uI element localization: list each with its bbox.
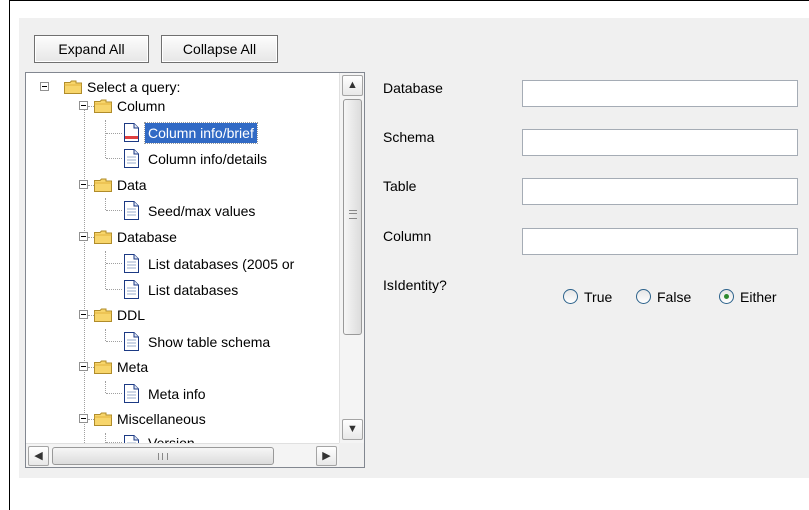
tree-connector: [106, 341, 122, 342]
tree-item-label: Seed/max values: [148, 203, 256, 219]
tree-item-label: Data: [117, 177, 147, 193]
vertical-scrollbar[interactable]: ▲ ▼: [339, 73, 364, 443]
tree-item-label: Database: [117, 229, 177, 245]
tree-item-label: Meta: [117, 359, 149, 375]
folder-icon: [64, 80, 82, 94]
database-label: Database: [383, 80, 443, 96]
tree-connector: [105, 198, 106, 210]
document-icon: [124, 123, 139, 142]
tree-connector: [106, 263, 122, 264]
radio-false-label: False: [657, 289, 692, 305]
collapse-toggle-icon[interactable]: [40, 82, 49, 91]
expand-all-label: Expand All: [58, 41, 125, 57]
tree-item-label: Show table schema: [148, 334, 271, 350]
folder-icon: [94, 360, 112, 374]
collapse-toggle-icon[interactable]: [79, 232, 88, 241]
document-icon: [124, 332, 139, 351]
schema-label: Schema: [383, 129, 435, 145]
grip-icon: [349, 210, 357, 219]
folder-icon: [94, 412, 112, 426]
document-icon: [124, 280, 139, 299]
folder-icon: [94, 308, 112, 322]
scroll-corner: [339, 443, 364, 467]
document-icon: [124, 201, 139, 220]
tree-root-label: Select a query:: [87, 79, 181, 95]
tree-item-label: Miscellaneous: [117, 411, 206, 427]
scroll-up-icon[interactable]: ▲: [342, 75, 363, 96]
collapse-toggle-icon[interactable]: [79, 310, 88, 319]
collapse-all-button[interactable]: Collapse All: [161, 35, 278, 63]
tree-connector: [106, 158, 122, 159]
column-field[interactable]: [522, 228, 798, 255]
document-icon: [124, 384, 139, 403]
isidentity-label: IsIdentity?: [383, 277, 447, 293]
horizontal-scroll-thumb[interactable]: [52, 447, 274, 465]
tree-connector: [106, 393, 122, 394]
grip-icon: [349, 213, 357, 214]
scroll-left-icon[interactable]: ◀: [28, 446, 49, 466]
folder-icon: [94, 99, 112, 113]
tree-connector: [106, 210, 122, 211]
tree-item-label: Column info/brief: [144, 122, 258, 144]
vertical-scroll-thumb[interactable]: [343, 99, 362, 335]
tree-item-label: List databases: [148, 282, 239, 298]
radio-circle-icon[interactable]: [563, 289, 578, 304]
folder-icon: [94, 230, 112, 244]
database-field[interactable]: [522, 80, 798, 107]
collapse-toggle-icon[interactable]: [79, 414, 88, 423]
radio-circle-icon[interactable]: [719, 289, 734, 304]
tree-item-label: DDL: [117, 307, 146, 323]
radio-either-label: Either: [740, 289, 777, 305]
tree-item-label: List databases (2005 or: [148, 256, 295, 272]
tree-connector: [84, 101, 85, 443]
collapse-toggle-icon[interactable]: [79, 362, 88, 371]
scroll-right-icon[interactable]: ▶: [316, 446, 337, 466]
collapse-toggle-icon[interactable]: [79, 180, 88, 189]
radio-circle-icon[interactable]: [636, 289, 651, 304]
expand-all-button[interactable]: Expand All: [34, 35, 149, 63]
tree-connector: [105, 381, 106, 393]
scroll-down-icon[interactable]: ▼: [342, 419, 363, 440]
tree-item-label: Column: [117, 98, 166, 114]
table-field[interactable]: [522, 178, 798, 205]
query-tree[interactable]: Select a query: Column Column info/brief…: [25, 72, 365, 468]
tree-connector: [105, 251, 106, 289]
radio-selected-dot-icon: [724, 294, 729, 299]
horizontal-scrollbar[interactable]: ◀ ▶: [26, 443, 339, 467]
column-label: Column: [383, 228, 432, 244]
document-icon: [124, 254, 139, 273]
document-icon: [124, 149, 139, 168]
schema-field[interactable]: [522, 129, 798, 156]
collapse-all-label: Collapse All: [182, 41, 257, 57]
grip-icon: [162, 453, 163, 460]
tree-item-label: Column info/details: [148, 151, 268, 167]
table-label: Table: [383, 178, 417, 194]
tree-item-label: Meta info: [148, 386, 206, 402]
collapse-toggle-icon[interactable]: [79, 101, 88, 110]
tree-connector: [105, 329, 106, 341]
tree-connector: [105, 120, 106, 158]
tree-connector: [106, 289, 122, 290]
radio-true-label: True: [584, 289, 613, 305]
folder-icon: [94, 178, 112, 192]
grip-icon: [158, 453, 168, 460]
tree-connector: [106, 133, 122, 134]
